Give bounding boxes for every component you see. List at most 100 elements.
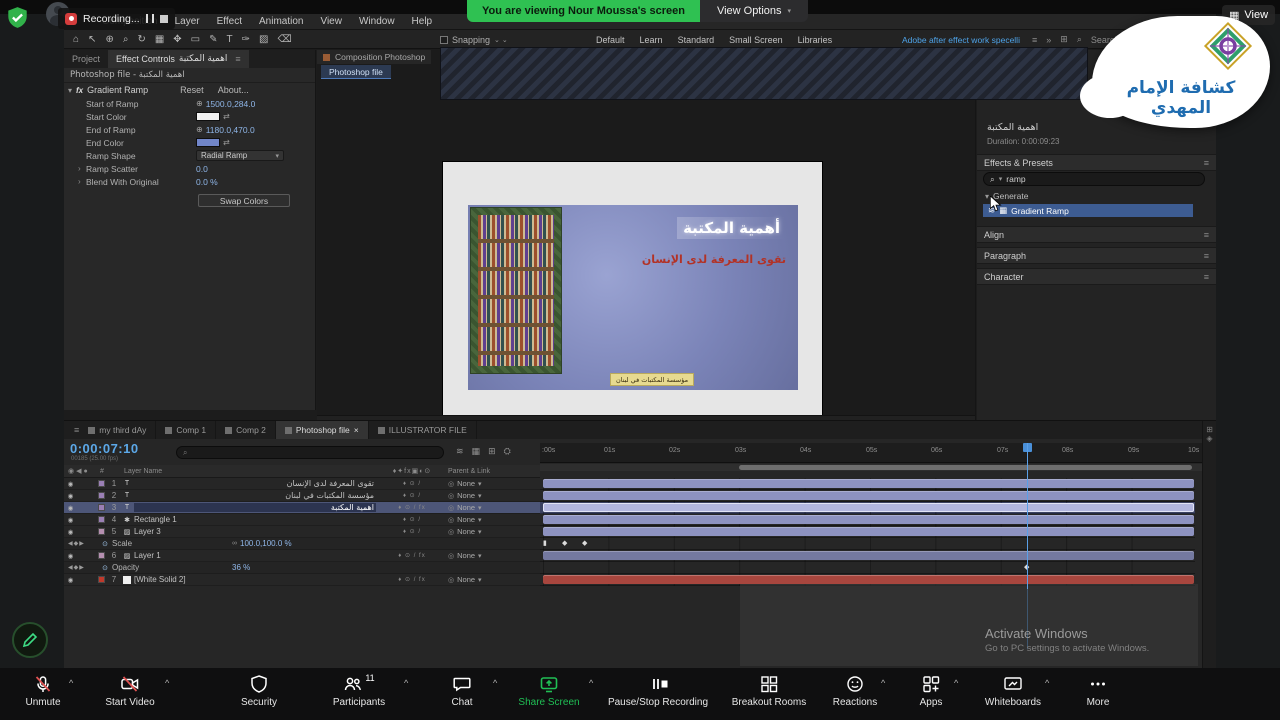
share-screen-button[interactable]: Share Screen: [508, 674, 590, 708]
participants-button[interactable]: 11 Participants: [320, 674, 398, 708]
snapping-checkbox[interactable]: [440, 36, 448, 44]
layer-name[interactable]: Rectangle 1: [134, 515, 376, 524]
pan-behind-tool-icon[interactable]: ✥: [173, 34, 181, 45]
apps-caret[interactable]: ^: [954, 678, 958, 688]
workspace-libraries[interactable]: Libraries: [798, 35, 833, 45]
end-color-swatch[interactable]: [196, 138, 220, 147]
ramp-shape-dropdown[interactable]: Radial Ramp▾: [196, 150, 284, 161]
start-video-button[interactable]: Start Video: [97, 674, 163, 708]
track-row-4[interactable]: [540, 514, 1195, 526]
eye-icon[interactable]: ◉: [64, 492, 77, 500]
chat-caret[interactable]: ^: [493, 678, 497, 688]
start-color-swatch[interactable]: [196, 112, 220, 121]
layer-row-5[interactable]: ◉ 5 ▨ Layer 3 ♦ ⊙ / ◎None▾: [64, 526, 540, 538]
eraser-tool-icon[interactable]: ⌫: [277, 34, 291, 45]
effects-presets-header[interactable]: Effects & Presets ≡: [977, 154, 1216, 171]
menu-window[interactable]: Window: [359, 16, 395, 27]
menu-effect[interactable]: Effect: [217, 16, 242, 27]
tab-effect-controls[interactable]: Effect Controls اهمية المكتبة ≡: [108, 50, 249, 68]
property-row-opacity[interactable]: ◀◆▶ ⊙ Opacity 36 %: [64, 562, 540, 574]
pause-recording-icon[interactable]: [146, 14, 154, 23]
camera-tool-icon[interactable]: ▦: [155, 34, 164, 45]
current-timecode[interactable]: 0:00:07:10: [70, 441, 139, 456]
hand-tool-icon[interactable]: ⊕: [105, 34, 113, 45]
label-color[interactable]: [98, 552, 105, 559]
eyedropper-icon[interactable]: ⇄: [223, 112, 230, 121]
point-icon[interactable]: ⊕: [196, 99, 203, 108]
panel-menu-icon[interactable]: ≡: [235, 54, 240, 64]
pause-stop-recording-button[interactable]: Pause/Stop Recording: [599, 674, 717, 708]
parent-link-dropdown[interactable]: ◎None▾: [448, 515, 540, 524]
track-row-6[interactable]: [540, 550, 1195, 562]
annotate-button[interactable]: [12, 622, 48, 658]
workspace-learn[interactable]: Learn: [640, 35, 663, 45]
layer-name[interactable]: [White Solid 2]: [134, 575, 376, 584]
label-color[interactable]: [98, 504, 105, 511]
menu-layer[interactable]: Layer: [175, 16, 200, 27]
layer-name[interactable]: تقوى المعرفة لدى الإنسان: [134, 479, 376, 488]
reactions-button[interactable]: Reactions: [823, 674, 887, 708]
workspace-small-screen[interactable]: Small Screen: [729, 35, 783, 45]
track-row-1[interactable]: [540, 478, 1195, 490]
layer-bar[interactable]: [543, 515, 1194, 524]
parent-link-header[interactable]: Parent & Link: [448, 468, 540, 475]
scale-property-label[interactable]: Scale: [112, 539, 232, 548]
eye-icon[interactable]: ◉: [64, 576, 77, 584]
home-icon[interactable]: ⌂: [73, 34, 79, 45]
tab-illustrator-file[interactable]: ILLUSTRATOR FILE: [369, 421, 477, 439]
work-area-bar[interactable]: [540, 464, 1202, 471]
participants-caret[interactable]: ^: [404, 678, 408, 688]
parent-link-dropdown[interactable]: ◎None▾: [448, 479, 540, 488]
label-color[interactable]: [98, 528, 105, 535]
eye-icon[interactable]: ◉: [64, 552, 77, 560]
console-icon[interactable]: ⊞: [1060, 34, 1068, 45]
search-icon[interactable]: ⌕: [1077, 34, 1082, 45]
composition-viewport[interactable]: أهمية المكتبة تقوى المعرفة لدى الإنسان م…: [443, 162, 822, 418]
tab-my-third-day[interactable]: my third dAy: [79, 421, 156, 439]
workspace-default[interactable]: Default: [596, 35, 625, 45]
clone-stamp-tool-icon[interactable]: ▨: [259, 34, 268, 45]
time-ruler[interactable]: :00s 01s 02s 03s 04s 05s 06s 07s 08s 09s…: [540, 443, 1202, 463]
track-row-2[interactable]: [540, 490, 1195, 502]
opacity-property-label[interactable]: Opacity: [112, 563, 232, 572]
menu-view[interactable]: View: [320, 16, 342, 27]
ramp-scatter-value[interactable]: 0.0: [196, 164, 208, 174]
parent-link-dropdown[interactable]: ◎None▾: [448, 527, 540, 536]
close-icon[interactable]: ×: [354, 425, 359, 435]
keyframe-icon[interactable]: ◆: [562, 539, 567, 549]
whiteboards-button[interactable]: Whiteboards: [975, 674, 1051, 708]
menu-animation[interactable]: Animation: [259, 16, 303, 27]
timeline-scrollbar[interactable]: ⊞◈: [1202, 421, 1216, 669]
composition-subtab[interactable]: Photoshop file: [321, 65, 391, 79]
rotation-tool-icon[interactable]: ↻: [137, 34, 145, 45]
unmute-caret[interactable]: ^: [69, 678, 73, 688]
layer-bar[interactable]: [543, 551, 1194, 560]
start-video-caret[interactable]: ^: [165, 678, 169, 688]
layer-row-4[interactable]: ◉ 4 ✱ Rectangle 1 ♦ ⊙ / ◎None▾: [64, 514, 540, 526]
workspace-menu-icon[interactable]: ≡: [1032, 35, 1037, 45]
keyframe-nav-icons[interactable]: ◀◆▶: [64, 540, 98, 547]
track-row-3[interactable]: [540, 502, 1195, 514]
menu-help[interactable]: Help: [412, 16, 433, 27]
stopwatch-icon[interactable]: ⊙: [98, 540, 112, 548]
label-color[interactable]: [98, 480, 105, 487]
parent-link-dropdown[interactable]: ◎None▾: [448, 503, 540, 512]
selection-tool-icon[interactable]: ↖: [88, 34, 96, 45]
preset-gradient-ramp[interactable]: ≋ ▦ Gradient Ramp: [983, 204, 1193, 217]
layer-bar[interactable]: [543, 479, 1194, 488]
eye-icon[interactable]: ◉: [64, 516, 77, 524]
eye-icon[interactable]: ◉: [64, 504, 77, 512]
label-color[interactable]: [98, 492, 105, 499]
layer-row-3-selected[interactable]: ◉ 3 T اهمية المكتبة ♦ ⊙ / fx ◎None▾: [64, 502, 540, 514]
composition-mini-flowchart-icon[interactable]: ≋: [456, 446, 464, 457]
layer-name[interactable]: اهمية المكتبة: [134, 503, 376, 512]
label-color[interactable]: [98, 576, 105, 583]
whiteboards-caret[interactable]: ^: [1045, 678, 1049, 688]
breakout-rooms-button[interactable]: Breakout Rooms: [722, 674, 816, 708]
label-color[interactable]: [98, 516, 105, 523]
unmute-button[interactable]: Unmute: [12, 674, 74, 708]
security-button[interactable]: Security: [227, 674, 291, 708]
workspace-overflow-icon[interactable]: »: [1046, 35, 1051, 45]
layer-row-1[interactable]: ◉ 1 T تقوى المعرفة لدى الإنسان ♦ ⊙ / ◎No…: [64, 478, 540, 490]
workspace-standard[interactable]: Standard: [678, 35, 715, 45]
